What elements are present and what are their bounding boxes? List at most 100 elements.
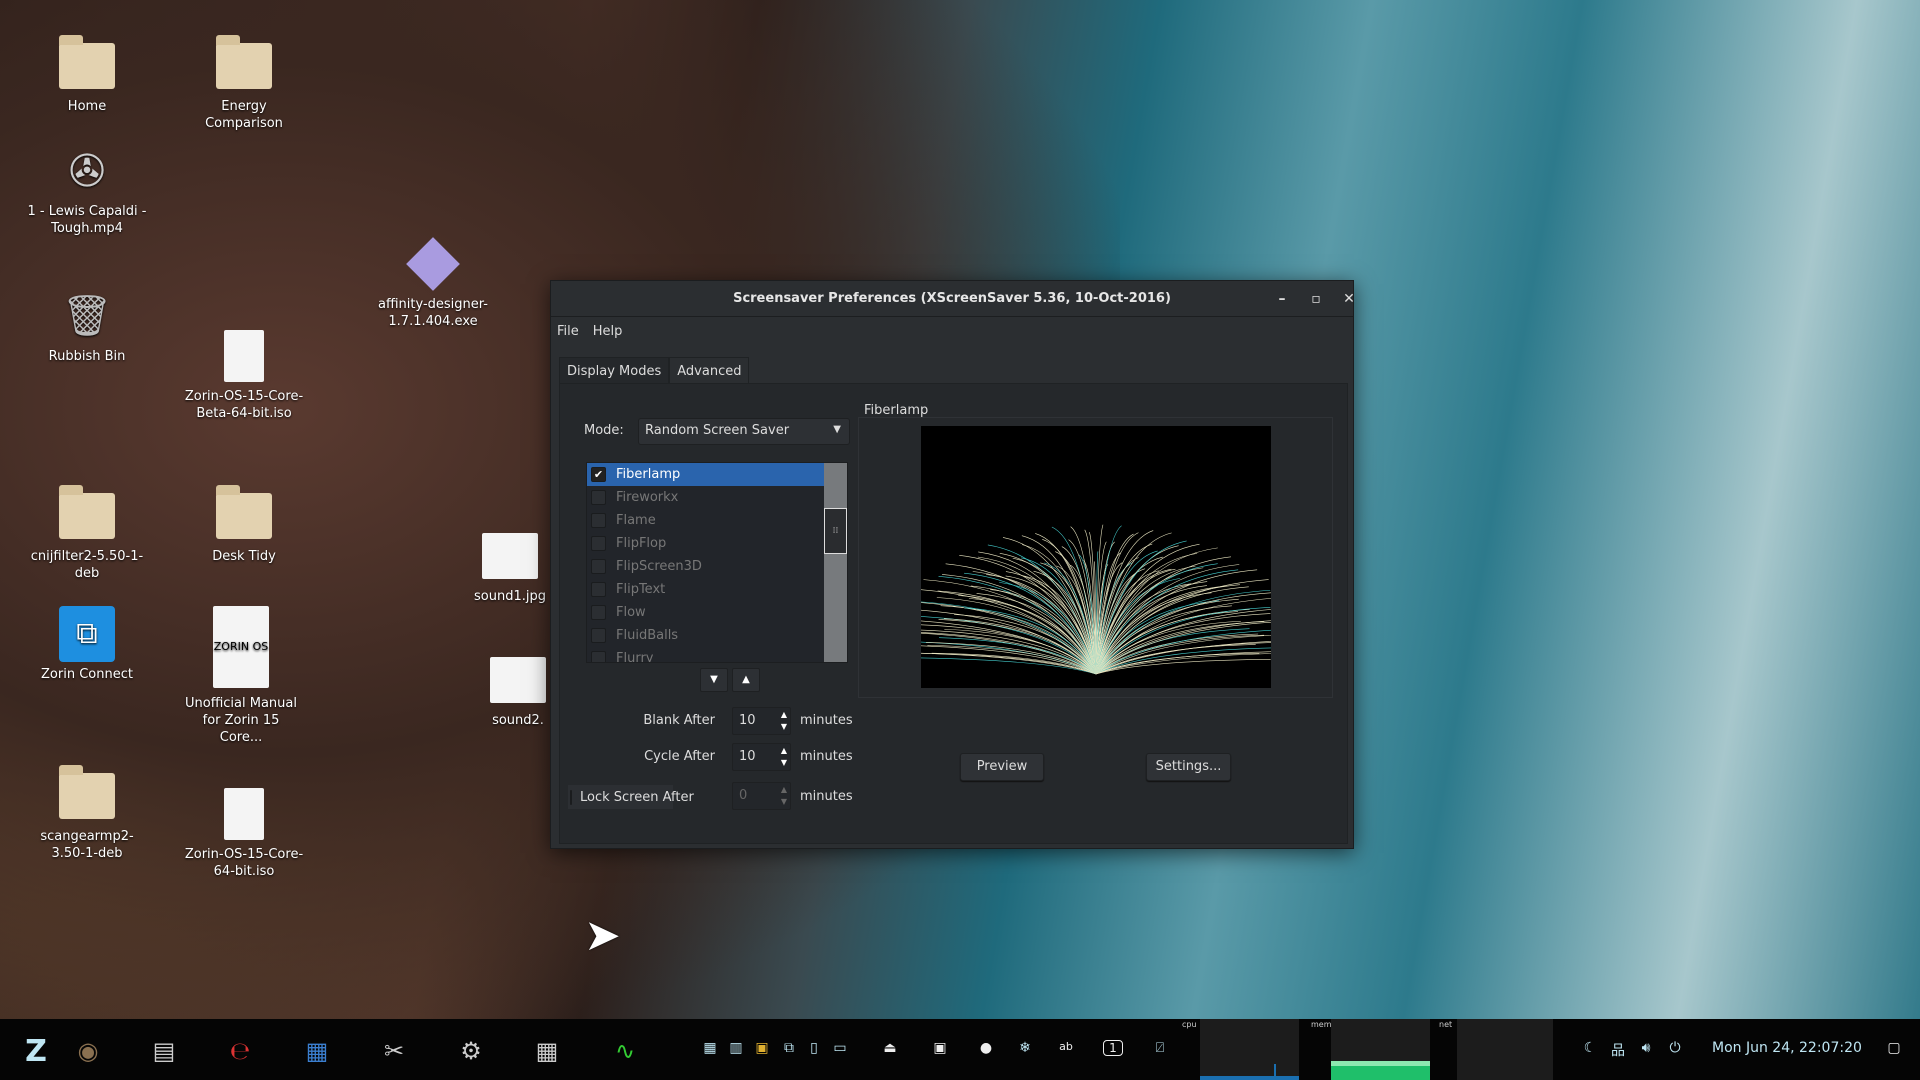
- scrollbar-thumb[interactable]: ⁞⁞: [824, 508, 847, 554]
- usb-icon[interactable]: ▯: [804, 1040, 824, 1056]
- screensaver-item[interactable]: ✔ Fiberlamp: [587, 463, 824, 486]
- blank-after-label: Blank After: [643, 713, 715, 728]
- screensaver-checkbox[interactable]: [591, 605, 606, 620]
- clock[interactable]: Mon Jun 24, 22:07:20: [1712, 1040, 1862, 1056]
- screensaver-item[interactable]: FlipScreen3D: [587, 555, 847, 578]
- zorin-menu-icon[interactable]: Z: [16, 1031, 56, 1071]
- desktop-icon[interactable]: 🗑︎ Rubbish Bin: [27, 290, 147, 365]
- list-scrollbar[interactable]: ⁞⁞: [824, 463, 847, 662]
- desktop-icon[interactable]: ✇ 1 - Lewis Capaldi - Tough.mp4: [27, 145, 147, 237]
- lock-after-spinner[interactable]: 0 ▲ ▼: [732, 782, 791, 810]
- blank-after-unit: minutes: [800, 713, 853, 728]
- cpu-graph-label: cpu: [1182, 1020, 1197, 1029]
- display-icon[interactable]: ▭: [830, 1040, 850, 1056]
- cpu-chip-icon[interactable]: ▦: [700, 1040, 720, 1056]
- desktop-icon-label: Desk Tidy: [212, 549, 276, 564]
- screensaver-checkbox[interactable]: [591, 513, 606, 528]
- show-desktop-icon[interactable]: ▢: [1884, 1040, 1904, 1056]
- close-button[interactable]: ✕: [1339, 289, 1359, 309]
- screensaver-list[interactable]: ✔ Fiberlamp Fireworkx Flame FlipFlop FlipScre…: [586, 462, 848, 663]
- screensaver-checkbox[interactable]: [591, 559, 606, 574]
- title-bar[interactable]: Screensaver Preferences (XScreenSaver 5.…: [551, 281, 1355, 317]
- desktop-icon-label: Home: [67, 99, 107, 114]
- volume-icon[interactable]: 🔊︎: [1636, 1040, 1656, 1056]
- screensaver-checkbox[interactable]: [591, 490, 606, 505]
- folder-icon: [216, 485, 272, 542]
- screensaver-item[interactable]: Flame: [587, 509, 847, 532]
- desktop-icon[interactable]: ZORIN OS Unofficial Manual for Zorin 15 C…: [181, 605, 301, 746]
- screensaver-name: FlipFlop: [616, 536, 667, 551]
- desktop-icon-label: Rubbish Bin: [48, 349, 126, 364]
- mixer-settings-icon[interactable]: ⚙: [451, 1031, 491, 1071]
- desktop-icon[interactable]: Home: [27, 35, 147, 115]
- screensaver-name: Fireworkx: [616, 490, 679, 505]
- night-light-icon[interactable]: ☾: [1580, 1040, 1600, 1056]
- screensaver-item[interactable]: FluidBalls: [587, 624, 847, 647]
- screensaver-item[interactable]: FlipFlop: [587, 532, 847, 555]
- screensaver-item[interactable]: FlipText: [587, 578, 847, 601]
- tab-display-modes[interactable]: Display Modes: [559, 357, 670, 385]
- calculator-icon[interactable]: ▦: [527, 1031, 567, 1071]
- move-down-button[interactable]: ▼: [700, 668, 728, 692]
- eject-icon[interactable]: ⏏: [880, 1040, 900, 1056]
- desktop-icon[interactable]: Desk Tidy: [184, 485, 304, 565]
- wired-network-icon[interactable]: 品: [1608, 1040, 1628, 1060]
- lock-screen-checkbox[interactable]: Lock Screen After: [568, 785, 694, 809]
- screensaver-checkbox[interactable]: [591, 651, 606, 662]
- settings-button[interactable]: Settings...: [1146, 753, 1231, 781]
- desktop-icon[interactable]: Zorin-OS-15-Core-Beta-64-bit.iso: [184, 330, 304, 422]
- desktop-icon[interactable]: affinity-designer-1.7.1.404.exe: [373, 237, 493, 330]
- screensaver-name: Fiberlamp: [616, 467, 681, 482]
- desktop-icon[interactable]: Zorin-OS-15-Core-64-bit.iso: [184, 788, 304, 880]
- keyboard-layout-icon[interactable]: ab: [1056, 1040, 1076, 1053]
- notes-icon[interactable]: ▣: [752, 1040, 772, 1056]
- desktop-icon[interactable]: Energy Comparison: [184, 35, 304, 132]
- screensaver-item[interactable]: Fireworkx: [587, 486, 847, 509]
- blank-after-spinner[interactable]: 10 ▲ ▼: [732, 707, 791, 735]
- memory-graph[interactable]: mem: [1311, 1019, 1430, 1080]
- minimize-button[interactable]: –: [1272, 289, 1292, 309]
- screenshot-icon[interactable]: ◉: [68, 1031, 108, 1071]
- move-up-button[interactable]: ▲: [732, 668, 760, 692]
- system-tools-icon[interactable]: ✂: [374, 1031, 414, 1071]
- screensaver-checkbox[interactable]: [591, 536, 606, 551]
- network-graph[interactable]: net: [1439, 1019, 1553, 1080]
- cpu-graph[interactable]: cpu: [1182, 1019, 1299, 1080]
- screensaver-preferences-window: Screensaver Preferences (XScreenSaver 5.…: [550, 280, 1355, 849]
- fiber-strand: [921, 653, 1097, 675]
- system-monitor-icon[interactable]: ∿: [605, 1031, 645, 1071]
- power-icon[interactable]: ⏻: [1665, 1040, 1685, 1056]
- maximize-button[interactable]: ▫: [1306, 289, 1326, 309]
- clipboard-icon[interactable]: ▣: [930, 1040, 950, 1056]
- desktop-icon[interactable]: scangearmp2-3.50-1-deb: [27, 765, 147, 862]
- screensaver-name: Flow: [616, 605, 646, 620]
- menu-help[interactable]: Help: [593, 324, 623, 339]
- taskbar: Z ◉ ▤ ℮ ▦ ✂ ⚙ ▦ ∿ ▦ ▥ ▣ ⧉ ▯ ▭ ⏏ ▣ ● ❄ ab…: [0, 1019, 1920, 1080]
- lock-checkbox-box[interactable]: [570, 789, 572, 805]
- folder-icon: [59, 485, 115, 542]
- mode-select[interactable]: Random Screen Saver ▼: [638, 418, 850, 445]
- image-icon: [490, 654, 546, 706]
- bluetooth-icon[interactable]: ❄: [1015, 1040, 1035, 1056]
- tab-advanced[interactable]: Advanced: [669, 357, 750, 385]
- writer-icon[interactable]: ▦: [297, 1031, 337, 1071]
- screensaver-checkbox[interactable]: ✔: [591, 467, 606, 482]
- tab-bar: Display Modes Advanced: [559, 357, 750, 385]
- camera-icon[interactable]: ●: [976, 1040, 996, 1056]
- memory-chip-icon[interactable]: ▥: [726, 1040, 746, 1056]
- desktop-icon[interactable]: ⧉ Zorin Connect: [27, 606, 147, 683]
- preview-button[interactable]: Preview: [960, 753, 1044, 781]
- network-icon[interactable]: ⧉: [779, 1040, 799, 1056]
- screensaver-item[interactable]: Flurry: [587, 647, 847, 662]
- document-viewer-icon[interactable]: ℮: [220, 1031, 260, 1071]
- menu-file[interactable]: File: [557, 324, 579, 339]
- screensaver-checkbox[interactable]: [591, 582, 606, 597]
- desktop-icon[interactable]: cnijfilter2-5.50-1-deb: [27, 485, 147, 582]
- screensaver-checkbox[interactable]: [591, 628, 606, 643]
- screensaver-item[interactable]: Flow: [587, 601, 847, 624]
- cpu-spike: [1274, 1064, 1276, 1080]
- workspace-indicator[interactable]: 1: [1103, 1040, 1123, 1056]
- file-manager-icon[interactable]: ▤: [144, 1031, 184, 1071]
- monitor-icon[interactable]: ⍁: [1150, 1040, 1170, 1056]
- cycle-after-spinner[interactable]: 10 ▲ ▼: [732, 743, 791, 771]
